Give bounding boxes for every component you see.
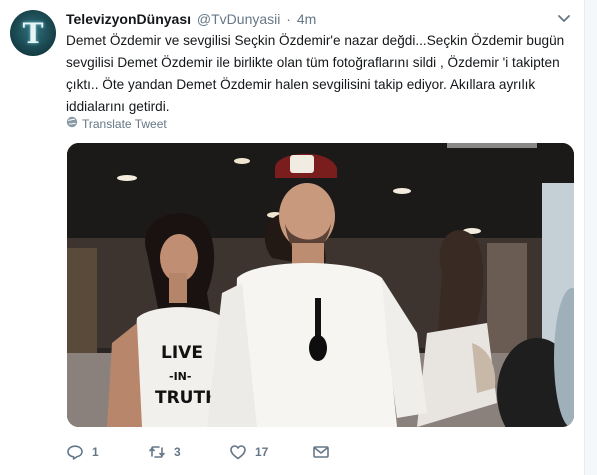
tweet-actions: 1 3 17 (66, 440, 386, 464)
timestamp[interactable]: 4m (297, 11, 316, 27)
separator-dot: · (286, 11, 291, 27)
tweet-text: Demet Özdemir ve sevgilisi Seçkin Özdemi… (66, 33, 565, 114)
reply-count: 1 (92, 445, 99, 459)
tweet-header: TelevizyonDünyası @TvDunyasii · 4m (66, 10, 576, 28)
retweet-icon (148, 443, 166, 461)
retweet-count: 3 (174, 445, 181, 459)
like-button[interactable]: 17 (229, 440, 268, 464)
translate-tweet-link[interactable]: Translate Tweet (66, 116, 167, 132)
like-icon (229, 443, 247, 461)
photo-image: LIVE -IN- TRUTH (67, 143, 574, 427)
direct-message-button[interactable] (312, 440, 330, 464)
chevron-down-icon[interactable] (556, 10, 572, 26)
tshirt-text-line1: LIVE (161, 343, 203, 363)
reply-button[interactable]: 1 (66, 440, 99, 464)
scrollbar-track[interactable] (584, 0, 597, 475)
globe-icon (66, 116, 78, 132)
retweet-button[interactable]: 3 (148, 440, 181, 464)
translate-tweet-label: Translate Tweet (82, 117, 167, 131)
tshirt-text-line2: -IN- (169, 370, 191, 383)
user-handle[interactable]: @TvDunyasii (197, 11, 280, 27)
avatar[interactable]: T (10, 10, 56, 56)
direct-message-icon (312, 443, 330, 461)
like-count: 17 (255, 445, 269, 459)
display-name[interactable]: TelevizyonDünyası (66, 11, 191, 27)
tweet-photo[interactable]: LIVE -IN- TRUTH (67, 143, 574, 427)
avatar-logo-letter: T (22, 16, 44, 50)
tweet: T TelevizyonDünyası @TvDunyasii · 4m Dem… (0, 0, 597, 475)
reply-icon (66, 443, 84, 461)
